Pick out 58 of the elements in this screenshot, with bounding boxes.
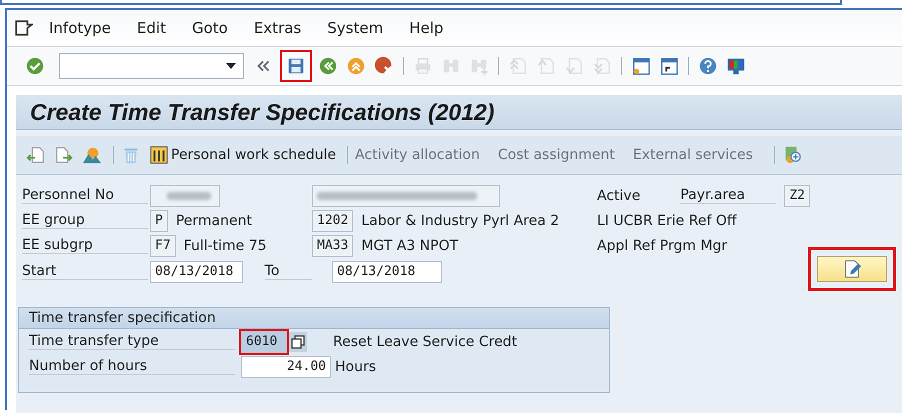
field-text: Reset Leave Service Credt — [333, 334, 518, 350]
new-window-icon — [631, 56, 651, 76]
field-label: Personnel No — [22, 187, 148, 204]
calendar-grid-icon — [149, 145, 169, 165]
field-text: Hours — [335, 358, 376, 374]
menu-item[interactable]: Extras — [254, 19, 302, 37]
field-text: Appl Ref Prgm Mgr — [597, 238, 728, 254]
field-label: Number of hours — [29, 358, 235, 375]
field-label: Start — [22, 263, 148, 280]
field-text: Labor & Industry Pyrl Area 2 — [361, 212, 560, 228]
menu-item[interactable]: Infotype — [49, 19, 111, 37]
copy-icon[interactable] — [289, 332, 307, 352]
back-icon — [318, 56, 338, 76]
input-field[interactable]: 1202 — [312, 210, 354, 232]
menu-item[interactable]: Edit — [136, 19, 166, 37]
check-icon — [25, 56, 45, 76]
input-field[interactable]: F7 — [150, 234, 176, 256]
command-field[interactable] — [59, 53, 244, 79]
input-field[interactable]: Z2 — [784, 184, 810, 206]
field-text: Active — [597, 188, 640, 204]
menu-item[interactable]: Goto — [192, 19, 228, 37]
input-field[interactable]: 08/13/2018 — [150, 260, 243, 282]
cancel-icon — [374, 56, 394, 76]
toolbar-button: External services — [630, 142, 755, 168]
help-icon — [698, 56, 718, 76]
input-field[interactable]: 6010 — [241, 330, 287, 352]
input-field[interactable]: MA33 — [312, 234, 354, 256]
field-text: Full-time 75 — [184, 238, 267, 254]
pencil-document-icon — [842, 258, 862, 278]
dropdown-arrow-icon[interactable] — [226, 63, 236, 69]
monitor-icon — [726, 56, 746, 76]
exit-icon — [346, 56, 366, 76]
page-left-icon — [26, 145, 46, 165]
field-text: MGT A3 NPOT — [361, 238, 458, 254]
group-title: Time transfer specification — [19, 308, 609, 329]
field-text: Permanent — [176, 212, 252, 228]
menu-item[interactable]: System — [327, 19, 384, 37]
field-text: LI UCBR Erie Ref Off — [597, 212, 736, 228]
edit-button[interactable] — [817, 256, 887, 282]
toolbar-button: Activity allocation — [353, 142, 482, 168]
shortcut-window-icon — [659, 56, 679, 76]
input-field[interactable]: P — [150, 210, 168, 232]
field-label: EE subgrp — [22, 237, 148, 254]
screen-title: Create Time Transfer Specifications (2012) — [30, 98, 494, 126]
field-label: EE group — [22, 212, 148, 229]
field-label: Payr.area — [680, 187, 776, 204]
toolbar-button: Cost assignment — [496, 142, 617, 168]
page-right-icon — [54, 145, 74, 165]
input-field[interactable]: 24.00 — [241, 356, 331, 378]
menu-item[interactable]: Help — [409, 19, 444, 37]
mountain-icon — [82, 145, 102, 165]
toolbar-button[interactable] — [280, 50, 312, 82]
redacted-text — [167, 192, 211, 200]
toolbar-button[interactable]: Personal work schedule — [147, 142, 338, 168]
input-field[interactable]: 08/13/2018 — [332, 260, 442, 282]
field-label: Time transfer type — [29, 333, 235, 350]
menu-icon[interactable] — [15, 20, 33, 36]
field-label: To — [264, 263, 312, 280]
